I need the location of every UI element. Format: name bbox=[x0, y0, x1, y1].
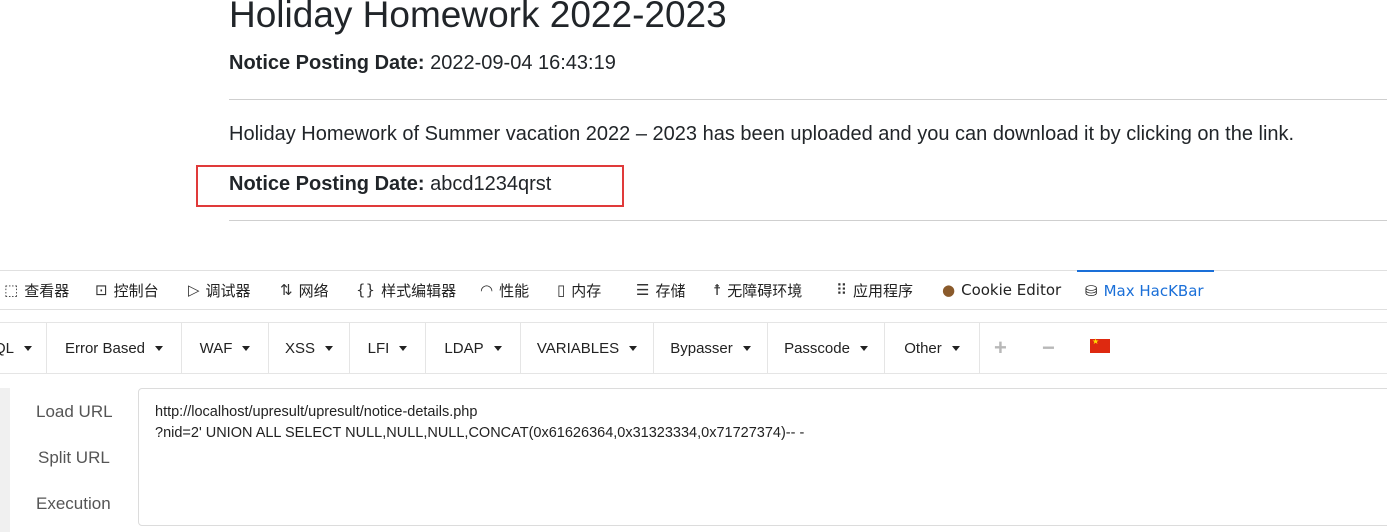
tab-console[interactable]: ⊡ 控制台 bbox=[95, 271, 159, 309]
console-icon: ⊡ bbox=[95, 281, 108, 299]
tab-label: 样式编辑器 bbox=[381, 281, 457, 300]
menu-other[interactable]: Other bbox=[885, 323, 980, 373]
divider bbox=[229, 220, 1387, 221]
menu-passcode[interactable]: Passcode bbox=[768, 323, 885, 373]
date-value: 2022-09-04 16:43:19 bbox=[424, 52, 616, 74]
menu-label: LDAP bbox=[444, 339, 484, 357]
performance-icon: ◠ bbox=[480, 281, 494, 299]
menu-lfi[interactable]: LFI bbox=[350, 323, 426, 373]
url-line: ?nid=2' UNION ALL SELECT NULL,NULL,NULL,… bbox=[155, 425, 805, 441]
split-url-button[interactable]: Split URL bbox=[38, 448, 110, 468]
menu-variables[interactable]: VARIABLES bbox=[521, 323, 654, 373]
storage-icon: ☰ bbox=[636, 281, 650, 299]
accessibility-icon: ☨ bbox=[713, 281, 722, 299]
load-url-button[interactable]: Load URL bbox=[36, 402, 113, 422]
tab-accessibility[interactable]: ☨ 无障碍环境 bbox=[713, 271, 802, 309]
tab-label: 网络 bbox=[298, 281, 329, 300]
menu-label: Bypasser bbox=[670, 339, 733, 357]
china-flag-icon[interactable] bbox=[1090, 337, 1110, 353]
divider bbox=[229, 99, 1387, 100]
tab-label: 性能 bbox=[499, 281, 530, 300]
tab-network[interactable]: ⇅ 网络 bbox=[280, 271, 329, 309]
application-icon: ⠿ bbox=[836, 281, 847, 299]
tab-memory[interactable]: ▯ 内存 bbox=[557, 271, 601, 309]
menu-label: Passcode bbox=[784, 339, 850, 357]
tab-cookie-editor[interactable]: ● Cookie Editor bbox=[942, 271, 1061, 309]
execution-button[interactable]: Execution bbox=[36, 494, 111, 514]
style-editor-icon: {} bbox=[356, 281, 376, 299]
menu-label: Error Based bbox=[64, 339, 146, 357]
cookie-icon: ● bbox=[942, 281, 956, 299]
notice-title: Holiday Homework 2022-2023 bbox=[229, 0, 727, 35]
date-label: Notice Posting Date: bbox=[229, 52, 425, 74]
menu-waf[interactable]: WAF bbox=[182, 323, 269, 373]
menu-ldap[interactable]: LDAP bbox=[426, 323, 521, 373]
caret-down-icon bbox=[493, 345, 502, 351]
tab-label: 查看器 bbox=[24, 281, 70, 300]
tab-label: 存储 bbox=[655, 281, 686, 300]
menu-label: XSS bbox=[284, 339, 315, 357]
left-strip bbox=[0, 388, 10, 532]
debugger-icon: ▷ bbox=[188, 281, 200, 299]
tab-label: 应用程序 bbox=[853, 281, 914, 300]
caret-down-icon bbox=[951, 345, 960, 351]
memory-icon: ▯ bbox=[557, 281, 566, 299]
menu-bypasser[interactable]: Bypasser bbox=[654, 323, 768, 373]
caret-down-icon bbox=[742, 345, 751, 351]
caret-down-icon bbox=[325, 345, 333, 351]
tab-label: Cookie Editor bbox=[961, 281, 1062, 299]
inspector-icon: ⬚ bbox=[4, 281, 19, 299]
caret-down-icon bbox=[399, 345, 408, 351]
caret-down-icon bbox=[859, 345, 868, 351]
notice-body: Holiday Homework of Summer vacation 2022… bbox=[229, 123, 1295, 145]
tab-style-editor[interactable]: {} 样式编辑器 bbox=[356, 271, 456, 309]
hackbar-icon: ⛁ bbox=[1085, 282, 1098, 300]
tab-application[interactable]: ⠿ 应用程序 bbox=[836, 271, 913, 309]
caret-down-icon bbox=[242, 345, 251, 351]
tab-debugger[interactable]: ▷ 调试器 bbox=[188, 271, 251, 309]
notice-posting-date: Notice Posting Date: 2022-09-04 16:43:19 bbox=[229, 52, 616, 75]
network-icon: ⇅ bbox=[280, 281, 293, 299]
menu-label: Other bbox=[904, 339, 942, 357]
devtools-tab-bar: ⬚ 查看器 ⊡ 控制台 ▷ 调试器 ⇅ 网络 {} 样式编辑器 ◠ 性能 ▯ 内存 ☰ 存储 ☨… bbox=[0, 270, 1387, 310]
hackbar-toolbar: QL Error Based WAF XSS LFI LDAP VARIABLE… bbox=[0, 322, 1387, 374]
highlight-box bbox=[196, 165, 624, 207]
tab-storage[interactable]: ☰ 存储 bbox=[636, 271, 685, 309]
tab-performance[interactable]: ◠ 性能 bbox=[480, 271, 529, 309]
tab-inspector[interactable]: ⬚ 查看器 bbox=[4, 271, 69, 309]
menu-label: LFI bbox=[367, 339, 390, 357]
url-line: http://localhost/upresult/upresult/notic… bbox=[155, 404, 478, 420]
url-textarea[interactable]: http://localhost/upresult/upresult/notic… bbox=[138, 388, 1387, 526]
menu-xss[interactable]: XSS bbox=[269, 323, 350, 373]
tab-label: Max HacKBar bbox=[1103, 282, 1204, 300]
menu-error-based[interactable]: Error Based bbox=[47, 323, 182, 373]
tab-max-hackbar[interactable]: ⛁ Max HacKBar bbox=[1077, 270, 1214, 310]
caret-down-icon bbox=[24, 345, 33, 351]
tab-label: 控制台 bbox=[113, 281, 159, 300]
tab-label: 无障碍环境 bbox=[727, 281, 803, 300]
menu-label: QL bbox=[0, 339, 15, 357]
menu-label: WAF bbox=[199, 339, 233, 357]
caret-down-icon bbox=[629, 345, 638, 351]
remove-icon[interactable]: − bbox=[1042, 323, 1055, 373]
caret-down-icon bbox=[155, 345, 164, 351]
add-icon[interactable]: + bbox=[994, 323, 1007, 373]
tab-label: 内存 bbox=[571, 281, 602, 300]
menu-sql[interactable]: QL bbox=[0, 323, 47, 373]
tab-label: 调试器 bbox=[205, 281, 251, 300]
menu-label: VARIABLES bbox=[536, 339, 620, 357]
